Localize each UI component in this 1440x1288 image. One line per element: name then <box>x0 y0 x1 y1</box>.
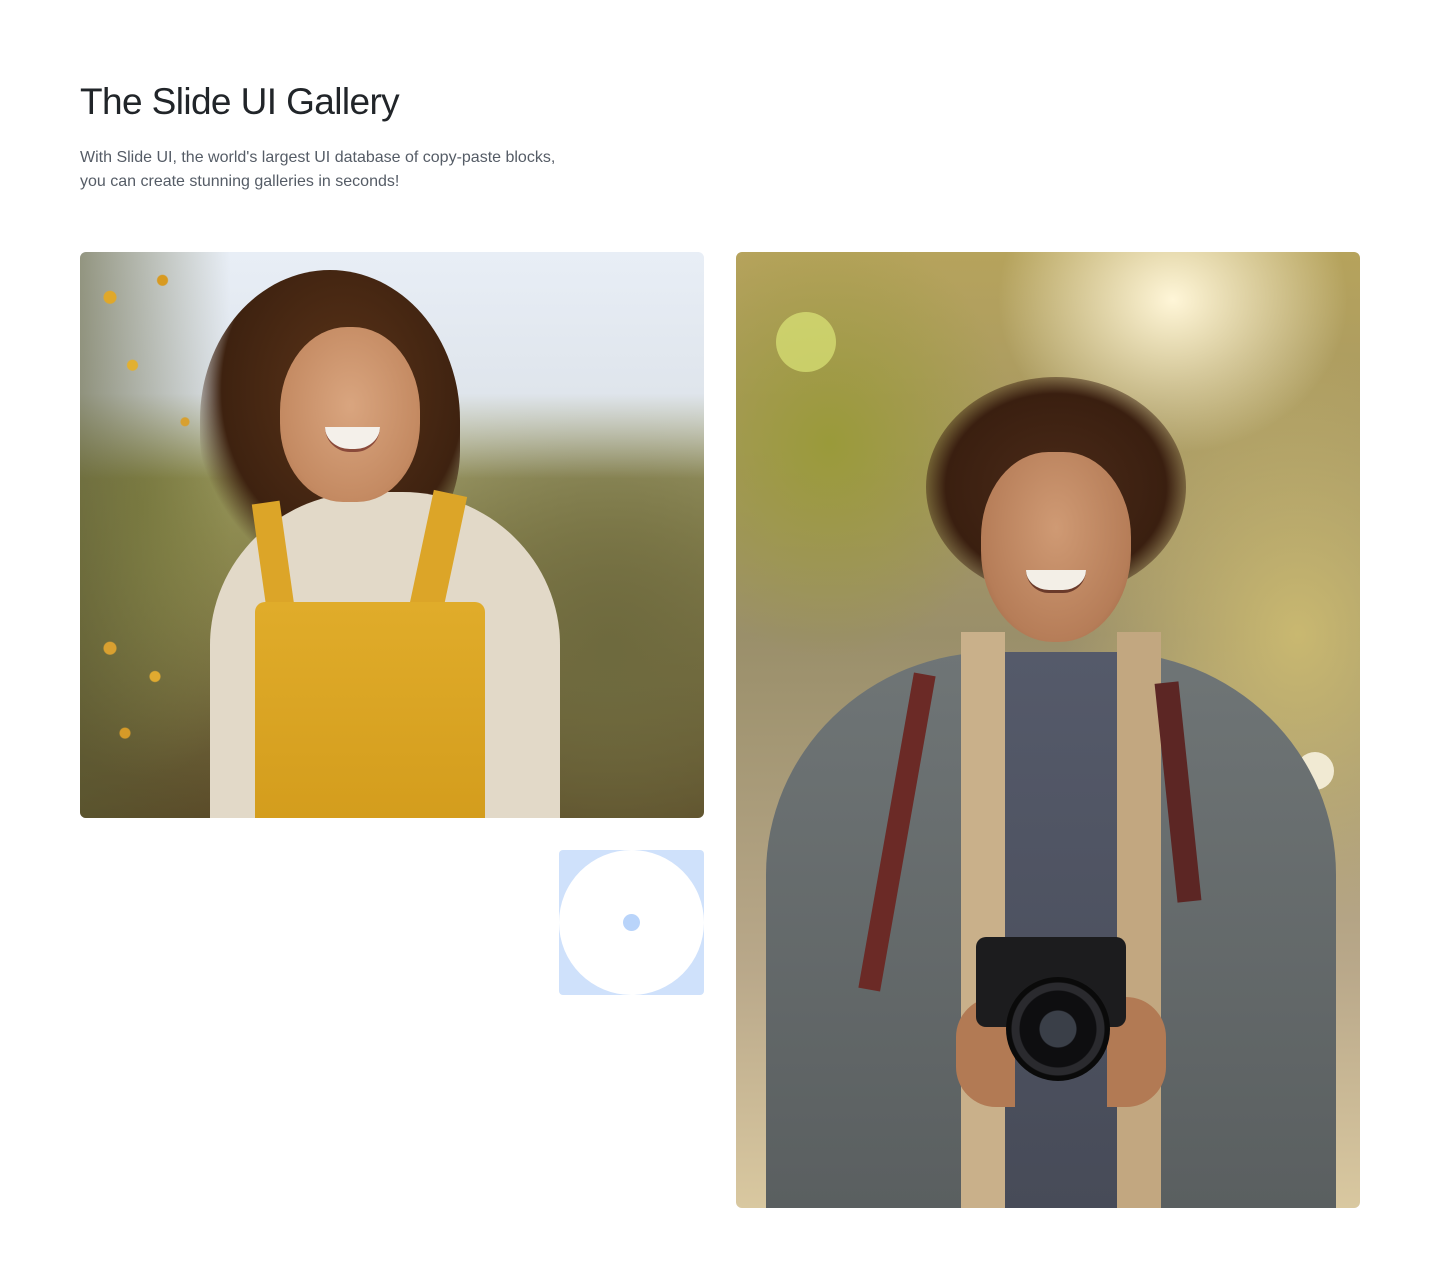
placeholder-dot <box>623 914 640 931</box>
camera-lens <box>1006 977 1110 1081</box>
photo-face <box>981 452 1131 642</box>
photo-face <box>280 327 420 502</box>
image-placeholder-tile <box>559 850 704 995</box>
gallery-photo-man[interactable] <box>736 252 1360 1208</box>
photo-bokeh <box>776 312 836 372</box>
page-subtitle: With Slide UI, the world's largest UI da… <box>80 149 556 190</box>
page-title: The Slide UI Gallery <box>80 81 400 122</box>
photo-scarf <box>961 632 1161 1208</box>
gallery-photo-woman[interactable] <box>80 252 704 818</box>
photo-flowers <box>80 252 230 818</box>
gallery-header: The Slide UI Gallery With Slide UI, the … <box>80 78 640 194</box>
photo-overalls <box>255 602 485 818</box>
